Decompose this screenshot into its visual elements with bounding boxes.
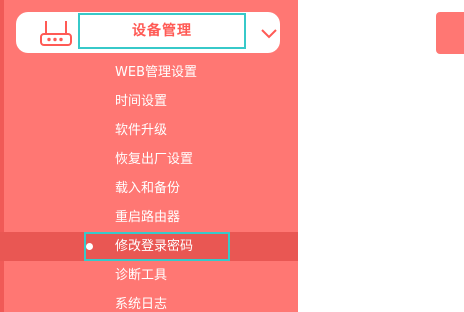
chevron-down-icon[interactable] xyxy=(260,26,278,40)
menu-item-label: 时间设置 xyxy=(115,94,168,109)
device-management-menu: WEB管理设置 时间设置 软件升级 恢复出厂设置 载入和备份 重启路由器 修改登… xyxy=(0,58,298,312)
menu-item-label: 系统日志 xyxy=(115,297,168,312)
device-management-group-header[interactable]: 设备管理 xyxy=(16,12,280,53)
menu-item-web-management[interactable]: WEB管理设置 xyxy=(0,58,298,87)
active-indicator-dot xyxy=(86,243,93,250)
menu-item-change-login-password[interactable]: 修改登录密码 xyxy=(0,232,298,261)
group-title[interactable]: 设备管理 xyxy=(78,13,246,49)
menu-item-diagnostic-tools[interactable]: 诊断工具 xyxy=(0,261,298,290)
menu-item-label: 载入和备份 xyxy=(115,181,181,196)
menu-item-label: WEB管理设置 xyxy=(115,65,197,80)
menu-item-load-and-backup[interactable]: 载入和备份 xyxy=(0,174,298,203)
router-icon xyxy=(39,19,73,47)
menu-item-software-upgrade[interactable]: 软件升级 xyxy=(0,116,298,145)
menu-item-label: 诊断工具 xyxy=(115,268,168,283)
menu-item-label: 重启路由器 xyxy=(115,210,181,225)
menu-item-label: 修改登录密码 xyxy=(115,239,194,254)
content-header-block xyxy=(436,12,464,54)
menu-item-factory-reset[interactable]: 恢复出厂设置 xyxy=(0,145,298,174)
sidebar: 设备管理 WEB管理设置 时间设置 软件升级 恢复出厂设置 载入和备份 重启路由… xyxy=(0,0,298,312)
menu-item-time-settings[interactable]: 时间设置 xyxy=(0,87,298,116)
menu-item-reboot-router[interactable]: 重启路由器 xyxy=(0,203,298,232)
page: 设备管理 WEB管理设置 时间设置 软件升级 恢复出厂设置 载入和备份 重启路由… xyxy=(0,0,464,312)
menu-item-label: 恢复出厂设置 xyxy=(115,152,194,167)
menu-item-system-log[interactable]: 系统日志 xyxy=(0,290,298,312)
menu-item-label: 软件升级 xyxy=(115,123,168,138)
